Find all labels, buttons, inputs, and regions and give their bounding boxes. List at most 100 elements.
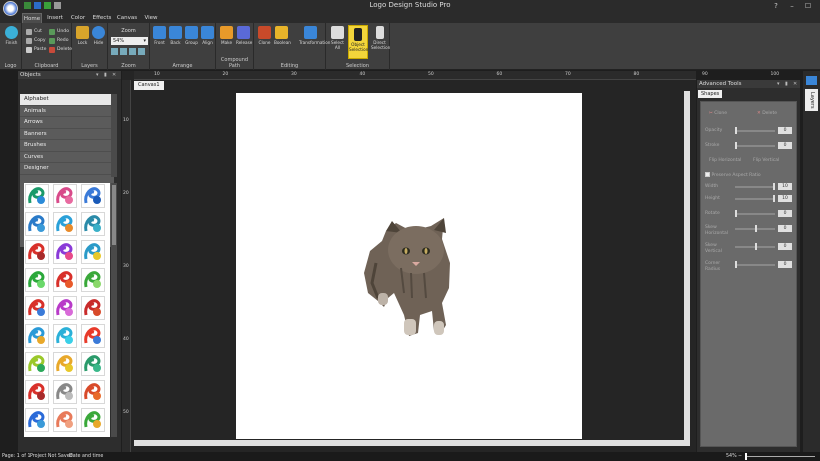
preserve-aspect-checkbox[interactable]: [705, 172, 710, 177]
shape-thumbnail[interactable]: [53, 324, 77, 348]
zoom-out-icon[interactable]: −: [738, 452, 742, 461]
lock-button[interactable]: Lock: [75, 26, 90, 45]
shape-thumbnail[interactable]: [25, 324, 49, 348]
height-input[interactable]: 10: [778, 195, 792, 202]
layers-tab[interactable]: Layers: [805, 89, 818, 111]
tabby-cat-image[interactable]: [236, 93, 582, 439]
clone-button[interactable]: Clone: [257, 26, 272, 45]
redo-button[interactable]: Redo: [49, 37, 69, 45]
release-button[interactable]: Release: [236, 26, 252, 45]
shape-thumbnail[interactable]: [53, 240, 77, 264]
flip-horizontal-button[interactable]: Flip Horizontal: [709, 157, 741, 165]
slider-knob[interactable]: [773, 195, 775, 202]
clone-tool-button[interactable]: ✂ Clone: [709, 110, 727, 118]
group-button[interactable]: Group: [184, 26, 199, 45]
tab-view[interactable]: View: [141, 13, 161, 23]
shape-thumbnail[interactable]: [53, 408, 77, 432]
thumbnail-scrollbar[interactable]: [111, 183, 117, 437]
slider-knob[interactable]: [755, 243, 757, 250]
tab-home[interactable]: Home: [22, 13, 42, 23]
shape-thumbnail[interactable]: [53, 184, 77, 208]
skew-horizontal-slider[interactable]: [735, 225, 775, 232]
rotate-slider[interactable]: [735, 210, 775, 217]
category-arrows[interactable]: Arrows: [20, 117, 114, 129]
maximize-button[interactable]: ☐: [800, 0, 816, 12]
horizontal-scrollbar[interactable]: [134, 440, 690, 446]
scroll-thumb[interactable]: [112, 185, 116, 245]
corner-radius-slider[interactable]: [735, 261, 775, 268]
tab-shapes[interactable]: Shapes: [698, 90, 723, 98]
slider-knob[interactable]: [735, 127, 737, 134]
make-button[interactable]: Make: [219, 26, 234, 45]
stroke-input[interactable]: 0: [778, 142, 792, 149]
shape-thumbnail[interactable]: [53, 352, 77, 376]
shape-thumbnail[interactable]: [25, 296, 49, 320]
category-scrollbar[interactable]: [111, 94, 117, 177]
tab-color[interactable]: Color: [68, 13, 88, 23]
tab-canvas[interactable]: Canvas: [116, 13, 138, 23]
shape-thumbnail[interactable]: [25, 212, 49, 236]
shape-thumbnail[interactable]: [53, 296, 77, 320]
boolean-button[interactable]: Boolean: [274, 26, 291, 45]
slider-knob[interactable]: [735, 210, 737, 217]
opacity-slider[interactable]: [735, 127, 775, 134]
zoom-select[interactable]: 54% ▾: [111, 37, 148, 45]
zoom-actual-icon[interactable]: [138, 48, 145, 55]
shape-thumbnail[interactable]: [25, 408, 49, 432]
help-button[interactable]: ?: [768, 0, 784, 12]
minimize-button[interactable]: –: [784, 0, 800, 12]
paste-button[interactable]: Paste: [26, 46, 46, 54]
hide-button[interactable]: Hide: [91, 26, 106, 45]
zoom-slider-knob[interactable]: [745, 453, 747, 460]
transformation-button[interactable]: Transformation: [299, 26, 330, 45]
shape-thumbnail[interactable]: [81, 324, 105, 348]
category-alphabet[interactable]: Alphabet: [20, 94, 114, 106]
close-icon[interactable]: ✕: [793, 80, 797, 88]
rotate-input[interactable]: 0: [778, 210, 792, 217]
object-selection-button[interactable]: Object Selection: [348, 25, 368, 59]
dropdown-icon[interactable]: ▾: [96, 71, 99, 79]
shape-thumbnail[interactable]: [81, 212, 105, 236]
height-slider[interactable]: [735, 195, 775, 202]
layers-icon[interactable]: [806, 76, 817, 85]
skew-vertical-input[interactable]: 0: [778, 243, 792, 250]
select-all-button[interactable]: Select All: [330, 26, 345, 50]
shape-thumbnail[interactable]: [25, 240, 49, 264]
shape-thumbnail[interactable]: [81, 240, 105, 264]
delete-tool-button[interactable]: ✕ Delete: [757, 110, 777, 118]
shape-thumbnail[interactable]: [81, 184, 105, 208]
vertical-scrollbar[interactable]: [684, 91, 690, 440]
slider-knob[interactable]: [735, 261, 737, 268]
slider-knob[interactable]: [735, 142, 737, 149]
flip-vertical-button[interactable]: Flip Vertical: [753, 157, 779, 165]
copy-button[interactable]: Copy: [26, 37, 46, 45]
artboard[interactable]: [236, 93, 582, 439]
shape-thumbnail[interactable]: [25, 268, 49, 292]
shape-thumbnail[interactable]: [53, 268, 77, 292]
direct-selection-button[interactable]: Direct Selection: [371, 26, 390, 50]
shape-thumbnail[interactable]: [81, 352, 105, 376]
align-button[interactable]: Align: [200, 26, 215, 45]
shape-thumbnail[interactable]: [25, 380, 49, 404]
slider-knob[interactable]: [755, 225, 757, 232]
shape-thumbnail[interactable]: [81, 296, 105, 320]
finish-button[interactable]: Finish: [4, 26, 19, 45]
app-logo-icon[interactable]: [3, 1, 18, 16]
close-icon[interactable]: ✕: [112, 71, 116, 79]
category-curves[interactable]: Curves: [20, 152, 114, 163]
pin-icon[interactable]: ▮: [785, 80, 788, 88]
width-input[interactable]: 10: [778, 183, 792, 190]
category-designer[interactable]: Designer: [20, 163, 114, 175]
stroke-slider[interactable]: [735, 142, 775, 149]
shape-thumbnail[interactable]: [25, 352, 49, 376]
skew-vertical-slider[interactable]: [735, 243, 775, 250]
shape-thumbnail[interactable]: [53, 212, 77, 236]
delete-button[interactable]: Delete: [49, 46, 72, 54]
zoom-out-icon[interactable]: [120, 48, 127, 55]
category-banners[interactable]: Banners: [20, 129, 114, 140]
skew-horizontal-input[interactable]: 0: [778, 225, 792, 232]
zoom-in-icon[interactable]: [111, 48, 118, 55]
back-button[interactable]: Back: [168, 26, 183, 45]
shape-thumbnail[interactable]: [25, 184, 49, 208]
shape-thumbnail[interactable]: [81, 380, 105, 404]
